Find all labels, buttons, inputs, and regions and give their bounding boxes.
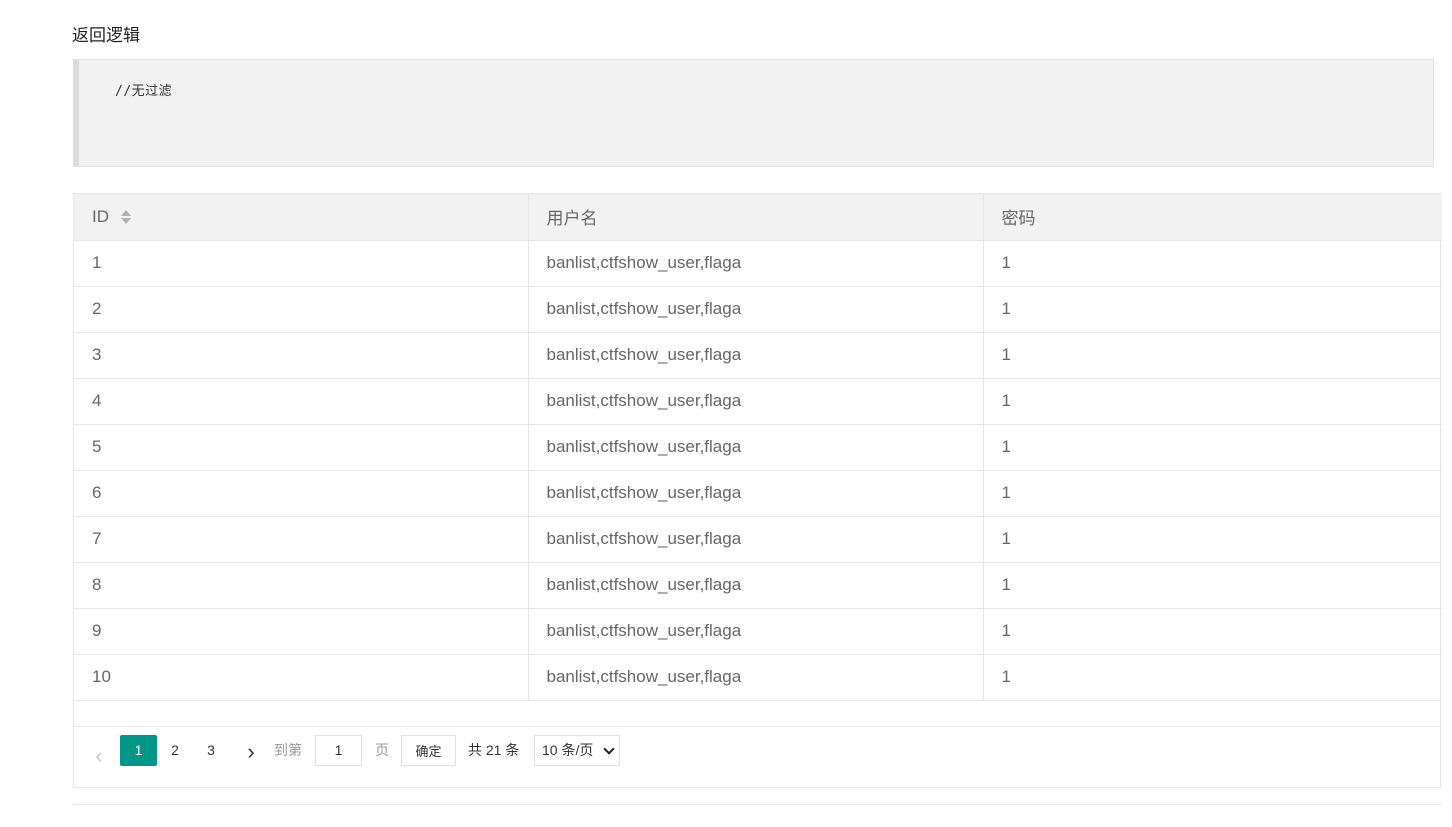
cell-password: 1 xyxy=(983,516,1442,563)
cell-id: 1 xyxy=(74,240,529,287)
cell-username: banlist,ctfshow_user,flaga xyxy=(528,240,984,287)
page-size-value: 10 条/页 xyxy=(542,741,594,758)
page-button-2[interactable]: 2 xyxy=(160,735,190,766)
cell-password: 1 xyxy=(983,332,1442,379)
cell-id: 4 xyxy=(74,378,529,425)
table-row: 2 banlist,ctfshow_user,flaga 1 xyxy=(74,286,1442,333)
table-row: 1 banlist,ctfshow_user,flaga 1 xyxy=(74,240,1442,287)
cell-password: 1 xyxy=(983,562,1442,609)
cell-username: banlist,ctfshow_user,flaga xyxy=(528,654,984,701)
page-button-3[interactable]: 3 xyxy=(196,735,226,766)
total-count: 共 21 条 xyxy=(468,741,520,758)
cell-username: banlist,ctfshow_user,flaga xyxy=(528,516,984,563)
table-row: 4 banlist,ctfshow_user,flaga 1 xyxy=(74,378,1442,425)
cell-username: banlist,ctfshow_user,flaga xyxy=(528,608,984,655)
table-row: 3 banlist,ctfshow_user,flaga 1 xyxy=(74,332,1442,379)
goto-page-input[interactable] xyxy=(315,734,362,766)
data-table: ID 用户名 密码 1 banlist,ctfshow_user,flaga 1 2 b… xyxy=(73,193,1442,788)
cell-id: 3 xyxy=(74,332,529,379)
cell-id: 10 xyxy=(74,654,529,701)
table-row: 8 banlist,ctfshow_user,flaga 1 xyxy=(74,562,1442,609)
cell-id: 9 xyxy=(74,608,529,655)
chevron-down-icon xyxy=(603,742,615,755)
column-header-username: 用户名 xyxy=(528,194,984,241)
sort-icon[interactable] xyxy=(121,210,131,225)
table-row: 5 banlist,ctfshow_user,flaga 1 xyxy=(74,424,1442,471)
cell-password: 1 xyxy=(983,286,1442,333)
table-row: 6 banlist,ctfshow_user,flaga 1 xyxy=(74,470,1442,517)
cell-username: banlist,ctfshow_user,flaga xyxy=(528,378,984,425)
table-row: 7 banlist,ctfshow_user,flaga 1 xyxy=(74,516,1442,563)
cell-password: 1 xyxy=(983,608,1442,655)
confirm-button[interactable]: 确定 xyxy=(401,734,456,766)
cell-id: 5 xyxy=(74,424,529,471)
cell-username: banlist,ctfshow_user,flaga xyxy=(528,470,984,517)
code-block: //无过滤 xyxy=(73,59,1434,167)
cell-id: 8 xyxy=(74,562,529,609)
cell-username: banlist,ctfshow_user,flaga xyxy=(528,286,984,333)
cell-password: 1 xyxy=(983,470,1442,517)
page-button-1[interactable]: 1 xyxy=(120,734,157,766)
table-row: 10 banlist,ctfshow_user,flaga 1 xyxy=(74,654,1442,701)
cell-id: 6 xyxy=(74,470,529,517)
cell-id: 7 xyxy=(74,516,529,563)
table-empty-strip xyxy=(74,701,1440,727)
table-row: 9 banlist,ctfshow_user,flaga 1 xyxy=(74,608,1442,655)
column-header-id-label: ID xyxy=(92,206,109,226)
divider xyxy=(73,804,1441,805)
cell-password: 1 xyxy=(983,424,1442,471)
page-label: 页 xyxy=(375,741,389,758)
cell-username: banlist,ctfshow_user,flaga xyxy=(528,424,984,471)
chevron-right-icon[interactable]: › xyxy=(240,736,262,767)
cell-password: 1 xyxy=(983,378,1442,425)
chevron-left-icon[interactable]: ‹ xyxy=(88,740,110,772)
page-size-select[interactable]: 10 条/页 xyxy=(534,734,620,766)
cell-password: 1 xyxy=(983,240,1442,287)
column-header-password: 密码 xyxy=(983,194,1442,241)
column-header-id[interactable]: ID xyxy=(74,194,529,241)
cell-password: 1 xyxy=(983,654,1442,701)
pagination: ‹ 1 2 3 › 到第 页 确定 共 21 条 10 条/页 xyxy=(74,727,1440,787)
cell-id: 2 xyxy=(74,286,529,333)
cell-username: banlist,ctfshow_user,flaga xyxy=(528,332,984,379)
section-title: 返回逻辑 xyxy=(72,26,140,46)
table-header-row: ID 用户名 密码 xyxy=(74,194,1442,241)
code-text: //无过滤 xyxy=(115,84,173,99)
cell-username: banlist,ctfshow_user,flaga xyxy=(528,562,984,609)
goto-label: 到第 xyxy=(274,741,302,758)
